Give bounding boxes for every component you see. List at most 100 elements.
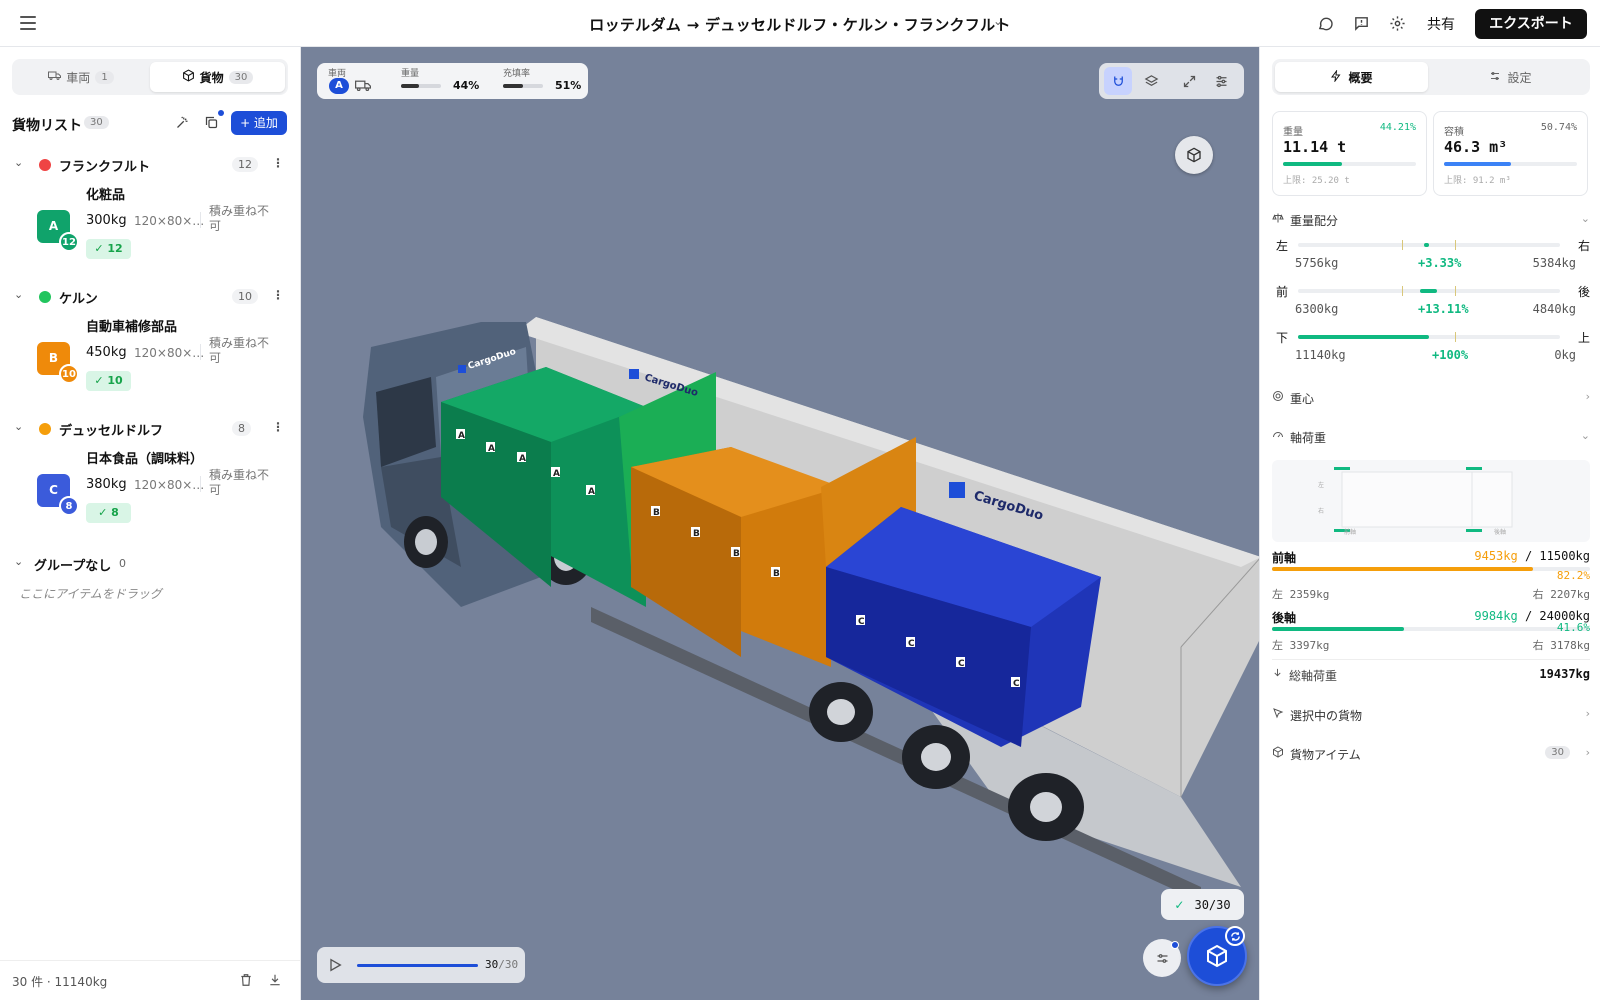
tab-settings[interactable]: 設定 [1434,62,1587,92]
cargo-items-section[interactable]: 貨物アイテム 30 › [1272,744,1590,764]
magic-wand-icon[interactable] [175,115,190,134]
left-value: 5756kg [1295,256,1339,270]
chat-icon[interactable] [1314,12,1336,34]
export-button[interactable]: エクスポート [1475,9,1587,39]
gauge-icon [1272,429,1284,445]
vehicle-badge[interactable]: A [329,78,349,94]
playback-bar: 30/30 [317,947,525,983]
play-button[interactable] [327,957,343,977]
refresh-icon[interactable] [1225,926,1245,946]
cargo-dimensions: 120×80×… [134,478,205,492]
front-axle-row: 前軸 9453kg / 11500kg 82.2% 左 2359kg 右 220… [1272,549,1590,601]
placed-count-badge: ✓ 10 [86,371,131,391]
sidebar-tabs: 車両 1 貨物 30 [12,59,288,95]
copy-icon[interactable] [204,115,219,134]
drop-zone[interactable]: ここにアイテムをドラッグ [19,585,162,602]
group-color-dot [39,291,51,303]
rear-axle-left: 左 3397kg [1272,639,1330,652]
tab-cargo[interactable]: 貨物 30 [150,62,285,92]
cargo-item-name: 化粧品 [86,188,126,203]
playback-counter: 30/30 [485,958,518,971]
playback-progress[interactable] [357,964,478,967]
truck-3d-scene[interactable]: A A A A A B B B B C C C C CargoDuo Cargo… [301,47,1259,1000]
view-cube-button[interactable] [1175,136,1213,174]
selected-cargo-section[interactable]: 選択中の貨物 › [1272,705,1590,725]
box-label-a: A [588,487,595,497]
lightning-icon [1330,68,1342,85]
chevron-down-icon[interactable]: ⌄ [993,14,1003,28]
box-label-a: A [553,469,560,479]
right-label: 右 [1577,239,1590,253]
more-vertical-icon[interactable]: ⋮ [272,288,284,302]
group-color-dot [39,159,51,171]
box-label-a: A [488,444,495,454]
chevron-down-icon[interactable]: ⌄ [1581,212,1590,225]
truck-icon[interactable] [355,79,371,96]
fullscreen-button[interactable] [1175,67,1203,95]
front-axle-load: 9453kg / 11500kg [1474,549,1590,563]
notification-dot [218,110,224,116]
chevron-right-icon[interactable]: › [1586,746,1590,759]
cargo-items-count: 30 [1545,746,1570,759]
trash-icon[interactable] [239,973,253,991]
cargo-sidebar: 車両 1 貨物 30 貨物リスト 30 + 追加 ⌄ フランクフルト 12 ⋮ [0,47,301,1000]
weight-card-label: 重量 [1283,127,1303,138]
add-cargo-button[interactable]: + 追加 [231,111,287,135]
balance-left-right: 左 右 5756kg +3.33% 5384kg [1272,237,1590,281]
chevron-down-icon[interactable]: ⌄ [14,555,23,568]
gear-icon[interactable] [1386,12,1408,34]
check-icon: ✓ [1174,897,1185,912]
layers-icon [1144,74,1158,86]
brand-logo [949,482,965,498]
rear-label: 後 [1577,285,1590,299]
diagram-right-label: 右 [1318,507,1324,515]
rear-axle-bar [1272,627,1590,631]
weight-distribution-section[interactable]: 重量配分 ⌄ [1272,210,1590,230]
share-button[interactable]: 共有 [1427,14,1455,34]
rear-axle-row: 後軸 9984kg / 24000kg 41.6% 左 3397kg 右 317… [1272,609,1590,652]
view-settings-button[interactable] [1207,67,1235,95]
front-axle-limit: 11500kg [1539,549,1590,563]
chevron-down-icon[interactable]: ⌄ [1581,429,1590,442]
sliders-icon [1489,70,1501,85]
more-vertical-icon[interactable]: ⋮ [272,420,284,434]
chevron-down-icon[interactable]: ⌄ [14,420,23,433]
balance-front-rear: 前 後 6300kg +13.11% 4840kg [1272,283,1590,327]
cargo-quantity-badge: 12 [59,232,79,252]
group-header[interactable]: ⌄ ケルン 10 ⋮ [14,286,290,308]
tab-overview[interactable]: 概要 [1275,62,1428,92]
3d-viewport[interactable]: A A A A A B B B B C C C C CargoDuo Cargo… [301,47,1259,1000]
group-header[interactable]: ⌄ デュッセルドルフ 8 ⋮ [14,418,290,440]
truck-icon [48,70,62,84]
notification-dot [1171,941,1179,949]
tab-vehicles[interactable]: 車両 1 [15,62,147,92]
weight-value: 44% [453,79,480,92]
playback-total: /30 [498,958,519,971]
feedback-icon[interactable] [1350,12,1372,34]
chevron-right-icon[interactable]: › [1586,390,1590,403]
chevron-right-icon[interactable]: › [1586,707,1590,720]
axle-load-section[interactable]: 軸荷重 ⌄ [1272,427,1590,447]
axle-marker [1334,467,1350,470]
layers-button[interactable] [1137,67,1165,95]
chevron-down-icon[interactable]: ⌄ [14,156,23,169]
cargo-stacking: 積み重ね不可 [209,336,270,365]
tab-overview-label: 概要 [1348,70,1373,85]
group-header[interactable]: ⌄ フランクフルト 12 ⋮ [14,154,290,176]
balance-percent: +3.33% [1418,256,1462,270]
group-name: フランクフルト [59,160,151,175]
download-icon[interactable] [268,973,282,991]
panel-tabs: 概要 設定 [1272,59,1590,95]
cargo-stacking: 積み重ね不可 [209,204,270,233]
center-of-gravity-section[interactable]: 重心 › [1272,388,1590,408]
magnet-button[interactable] [1104,67,1132,95]
sidebar-footer: 30 件 · 11140kg [0,960,300,1000]
playback-current: 30 [485,958,499,971]
group-name: デュッセルドルフ [59,424,164,439]
more-vertical-icon[interactable]: ⋮ [272,156,284,170]
diagram-rear-axle-label: 後軸 [1494,528,1506,536]
chevron-down-icon[interactable]: ⌄ [14,288,23,301]
cargo-list-count: 30 [84,116,109,129]
rear-axle-name: 後軸 [1272,611,1297,625]
group-header[interactable]: ⌄ グループなし 0 [14,553,290,575]
